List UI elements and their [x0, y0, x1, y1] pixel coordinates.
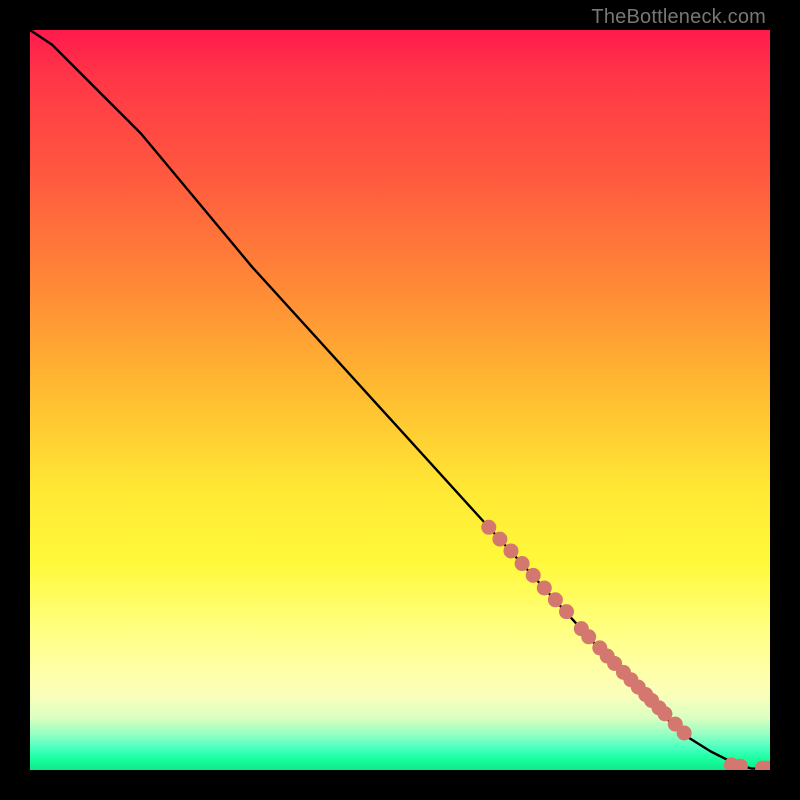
- data-point: [548, 592, 563, 607]
- chart-area: [30, 30, 770, 770]
- data-point: [581, 629, 596, 644]
- chart-svg: [30, 30, 770, 770]
- outer-frame: TheBottleneck.com: [0, 0, 800, 800]
- data-point: [481, 520, 496, 535]
- data-point: [537, 580, 552, 595]
- data-point: [559, 604, 574, 619]
- data-point: [515, 556, 530, 571]
- data-point: [492, 532, 507, 547]
- scatter-markers: [481, 520, 770, 770]
- data-point: [526, 568, 541, 583]
- watermark-text: TheBottleneck.com: [591, 6, 766, 29]
- curve-path: [30, 30, 766, 769]
- data-point: [677, 726, 692, 741]
- data-point: [504, 543, 519, 558]
- curve-line: [30, 30, 766, 769]
